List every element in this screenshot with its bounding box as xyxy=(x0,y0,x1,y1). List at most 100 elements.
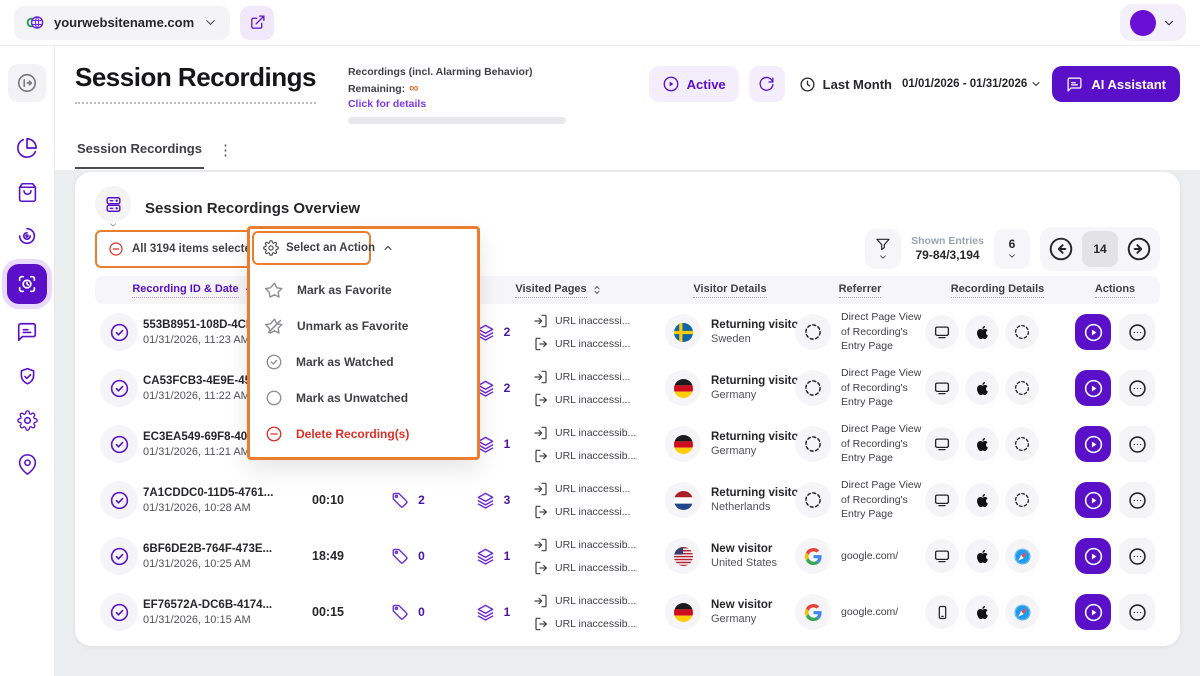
action-menu-item-label: Mark as Favorite xyxy=(297,283,392,297)
entry-url[interactable]: URL inaccessi... xyxy=(533,481,665,497)
period-selector[interactable]: Last Month xyxy=(799,76,892,93)
row-checkbox[interactable] xyxy=(109,378,130,399)
action-menu-item-icon xyxy=(265,389,283,407)
overview-section-button[interactable] xyxy=(95,186,131,222)
sidebar-item[interactable] xyxy=(7,264,47,304)
chevron-down-icon xyxy=(1030,78,1042,90)
entry-url[interactable]: URL inaccessib... xyxy=(533,593,665,609)
column-visitor-details[interactable]: Visitor Details xyxy=(665,283,795,298)
visitor-country: Germany xyxy=(711,445,757,457)
play-recording-button[interactable] xyxy=(1075,370,1111,406)
action-menu-item[interactable]: Unmark as Favorite xyxy=(250,308,477,344)
sidebar-item[interactable] xyxy=(7,356,47,396)
column-recording-details[interactable]: Recording Details xyxy=(925,283,1070,298)
active-filter-button[interactable]: Active xyxy=(648,66,739,102)
sidebar-item[interactable] xyxy=(7,312,47,352)
exit-url[interactable]: URL inaccessib... xyxy=(533,560,665,576)
ellipsis-circle-icon xyxy=(1127,322,1148,343)
filter-button[interactable] xyxy=(865,229,902,269)
visited-pages-count: 1 xyxy=(503,549,511,563)
column-referrer[interactable]: Referrer xyxy=(795,283,925,298)
exit-url[interactable]: URL inaccessi... xyxy=(533,504,665,520)
recording-duration: 18:49 xyxy=(312,549,344,563)
refresh-button[interactable] xyxy=(748,66,785,102)
chevron-down-icon xyxy=(203,15,218,30)
entry-url[interactable]: URL inaccessib... xyxy=(533,425,665,441)
row-more-button[interactable] xyxy=(1119,426,1155,462)
row-more-button[interactable] xyxy=(1119,370,1155,406)
details-link[interactable]: Click for details xyxy=(348,98,576,110)
date-range-picker[interactable]: 01/01/2026 - 01/31/2026 xyxy=(902,78,1042,90)
period-label: Last Month xyxy=(822,76,892,92)
play-recording-button[interactable] xyxy=(1075,538,1111,574)
column-actions[interactable]: Actions xyxy=(1070,283,1160,298)
country-flag-icon xyxy=(673,434,693,454)
shown-entries: Shown Entries 79-84/3,194 xyxy=(911,235,984,263)
browser-icon xyxy=(1013,323,1031,341)
play-recording-button[interactable] xyxy=(1075,482,1111,518)
entry-url-icon xyxy=(533,369,549,385)
exit-url[interactable]: URL inaccessi... xyxy=(533,336,665,352)
device-icon xyxy=(933,379,951,397)
sidebar-item[interactable] xyxy=(7,400,47,440)
tags-count: 2 xyxy=(418,493,425,507)
referrer-text: Direct Page View of Recording's Entry Pa… xyxy=(841,310,922,353)
ellipsis-circle-icon xyxy=(1127,490,1148,511)
row-checkbox[interactable] xyxy=(109,602,130,623)
visited-pages-count: 3 xyxy=(503,493,511,507)
exit-url[interactable]: URL inaccessi... xyxy=(533,392,665,408)
action-menu-item[interactable]: Mark as Favorite xyxy=(250,272,477,308)
entry-url[interactable]: URL inaccessib... xyxy=(533,537,665,553)
account-menu[interactable] xyxy=(1120,4,1186,41)
next-page-button[interactable] xyxy=(1123,233,1155,265)
funnel-icon xyxy=(875,236,891,252)
action-menu-item[interactable]: Delete Recording(s) xyxy=(250,416,477,452)
recording-duration: 00:10 xyxy=(312,493,344,507)
row-checkbox[interactable] xyxy=(109,322,130,343)
row-checkbox[interactable] xyxy=(109,434,130,455)
sidebar-item[interactable] xyxy=(7,128,47,168)
row-checkbox[interactable] xyxy=(109,546,130,567)
play-recording-button[interactable] xyxy=(1075,314,1111,350)
row-more-button[interactable] xyxy=(1119,594,1155,630)
recording-id[interactable]: 7A1CDDC0-11D5-4761... xyxy=(143,487,293,499)
exit-url[interactable]: URL inaccessib... xyxy=(533,448,665,464)
refresh-icon xyxy=(758,76,775,93)
current-page[interactable]: 14 xyxy=(1082,231,1118,267)
sidebar-item-icon xyxy=(16,273,38,295)
column-visited-pages[interactable]: Visited Pages xyxy=(453,283,665,298)
recording-id[interactable]: EF76572A-DC6B-4174... xyxy=(143,599,293,611)
sidebar-collapse-button[interactable] xyxy=(8,64,46,102)
sidebar-item[interactable] xyxy=(7,216,47,256)
tab-options-kebab-icon[interactable]: ⋮ xyxy=(218,143,233,158)
chevron-up-icon xyxy=(382,242,394,254)
sidebar-item[interactable] xyxy=(7,444,47,484)
row-checkbox[interactable] xyxy=(109,490,130,511)
select-action-dropdown[interactable]: Select an Action xyxy=(252,231,392,265)
entry-url[interactable]: URL inaccessi... xyxy=(533,313,665,329)
sidebar-item[interactable] xyxy=(7,172,47,212)
open-website-button[interactable] xyxy=(240,5,275,40)
action-menu-item[interactable]: Mark as Unwatched xyxy=(250,380,477,416)
infinity-value: ∞ xyxy=(409,79,419,95)
tab-session-recordings[interactable]: Session Recordings xyxy=(75,141,204,169)
layers-icon xyxy=(476,547,495,566)
page-size-selector[interactable]: 6 xyxy=(994,229,1030,269)
chevron-down-icon xyxy=(1007,251,1017,261)
referrer-text: google.com/ xyxy=(841,549,899,562)
play-recording-button[interactable] xyxy=(1075,594,1111,630)
chevron-down-icon xyxy=(878,252,888,262)
play-recording-button[interactable] xyxy=(1075,426,1111,462)
entry-url[interactable]: URL inaccessi... xyxy=(533,369,665,385)
website-selector[interactable]: yourwebsitename.com xyxy=(14,5,231,40)
action-dropdown-panel: Select an Action Mark as Favorite Unmark… xyxy=(247,226,480,460)
ai-assistant-button[interactable]: AI Assistant xyxy=(1052,66,1180,102)
action-menu-item[interactable]: Mark as Watched xyxy=(250,344,477,380)
recording-id[interactable]: 6BF6DE2B-764F-473E... xyxy=(143,543,293,555)
row-more-button[interactable] xyxy=(1119,482,1155,518)
row-more-button[interactable] xyxy=(1119,314,1155,350)
exit-url[interactable]: URL inaccessib... xyxy=(533,616,665,632)
previous-page-button[interactable] xyxy=(1045,233,1077,265)
row-more-button[interactable] xyxy=(1119,538,1155,574)
entry-url-icon xyxy=(533,481,549,497)
